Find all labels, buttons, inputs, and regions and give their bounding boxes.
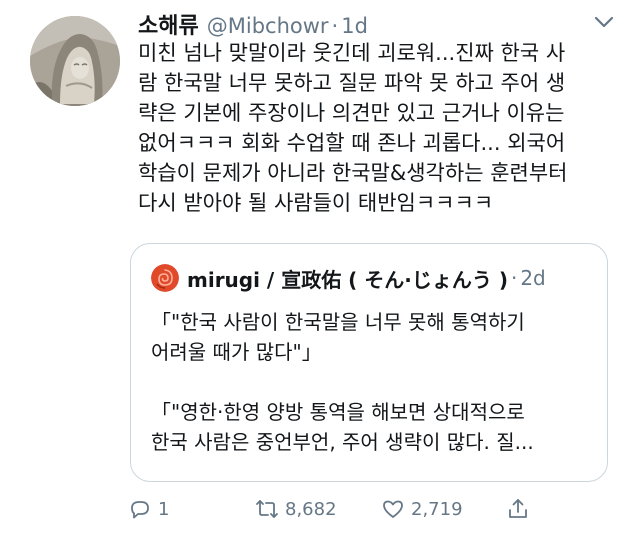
quoted-text-line: 한국 사람은 중언부언, 주어 생략이 많다. 질... — [151, 430, 534, 454]
heart-icon — [383, 500, 403, 518]
tweet-text-line: 학습이 문제가 아니라 한국말&생각하는 훈련부터 — [138, 161, 568, 185]
quoted-display-name[interactable]: mirugi / 宣政佑 ( そん·じょんう ) — [187, 264, 508, 293]
tweet-header: 소해류 @Mibchowr · 1d — [138, 8, 368, 40]
like-count: 2,719 — [411, 498, 463, 520]
retweet-count: 8,682 — [285, 498, 337, 520]
quoted-tweet-text: 「"한국 사람이 한국말을 너무 못해 통역하기 어려울 때가 많다"」 「"영… — [151, 307, 595, 457]
separator-dot: · — [510, 266, 518, 290]
tweet-text-line: 다시 받아야 될 사람들이 태반임ㅋㅋㅋㅋ — [138, 191, 494, 215]
reply-button[interactable]: 1 — [128, 494, 169, 524]
quoted-tweet[interactable]: mirugi / 宣政佑 ( そん·じょんう ) · 2d 「"한국 사람이 한… — [130, 243, 608, 482]
reply-icon — [131, 501, 149, 519]
retweet-button[interactable]: 8,682 — [255, 494, 337, 524]
quoted-timestamp: 2d — [520, 266, 546, 290]
quoted-avatar — [151, 264, 179, 292]
display-name[interactable]: 소해류 — [138, 8, 199, 40]
avatar[interactable] — [30, 16, 120, 106]
tweet-text: 미친 넘나 맞말이라 웃긴데 괴로워...진짜 한국 사 람 한국말 너무 못하… — [138, 38, 618, 218]
quoted-tweet-header: mirugi / 宣政佑 ( そん·じょんう ) · 2d — [151, 263, 546, 293]
tweet-text-line: 람 한국말 너무 못하고 질문 파악 못 하고 주어 생 — [138, 71, 566, 95]
rose-avatar-icon — [151, 264, 179, 292]
timestamp[interactable]: 1d — [341, 14, 368, 38]
share-icon — [509, 499, 527, 518]
tweet-text-line: 략은 기본에 주장이나 의견만 있고 근거나 이유는 — [138, 101, 565, 125]
tweet-actions: 1 8,682 2,719 — [128, 494, 608, 524]
tweet-text-line: 미친 넘나 맞말이라 웃긴데 괴로워...진짜 한국 사 — [138, 41, 566, 65]
quoted-text-line: 「"영한·한영 양방 통역을 해보면 상대적으로 — [151, 400, 525, 424]
separator-dot: · — [331, 14, 339, 38]
share-button[interactable] — [506, 494, 536, 524]
tweet[interactable]: 소해류 @Mibchowr · 1d 미친 넘나 맞말이라 웃긴데 괴로워...… — [0, 0, 640, 538]
reply-count: 1 — [158, 498, 170, 520]
retweet-icon — [256, 500, 278, 518]
quoted-text-line: 어려울 때가 많다"」 — [151, 340, 322, 364]
tweet-text-line: 없어ㅋㅋㅋ 회화 수업할 때 존나 괴롭다... 외국어 — [138, 131, 566, 155]
avatar-statue-image — [30, 16, 120, 106]
quoted-text-line: 「"한국 사람이 한국말을 너무 못해 통역하기 — [151, 310, 525, 334]
chevron-down-icon[interactable] — [593, 14, 615, 30]
like-button[interactable]: 2,719 — [381, 494, 463, 524]
handle[interactable]: @Mibchowr — [207, 14, 329, 38]
